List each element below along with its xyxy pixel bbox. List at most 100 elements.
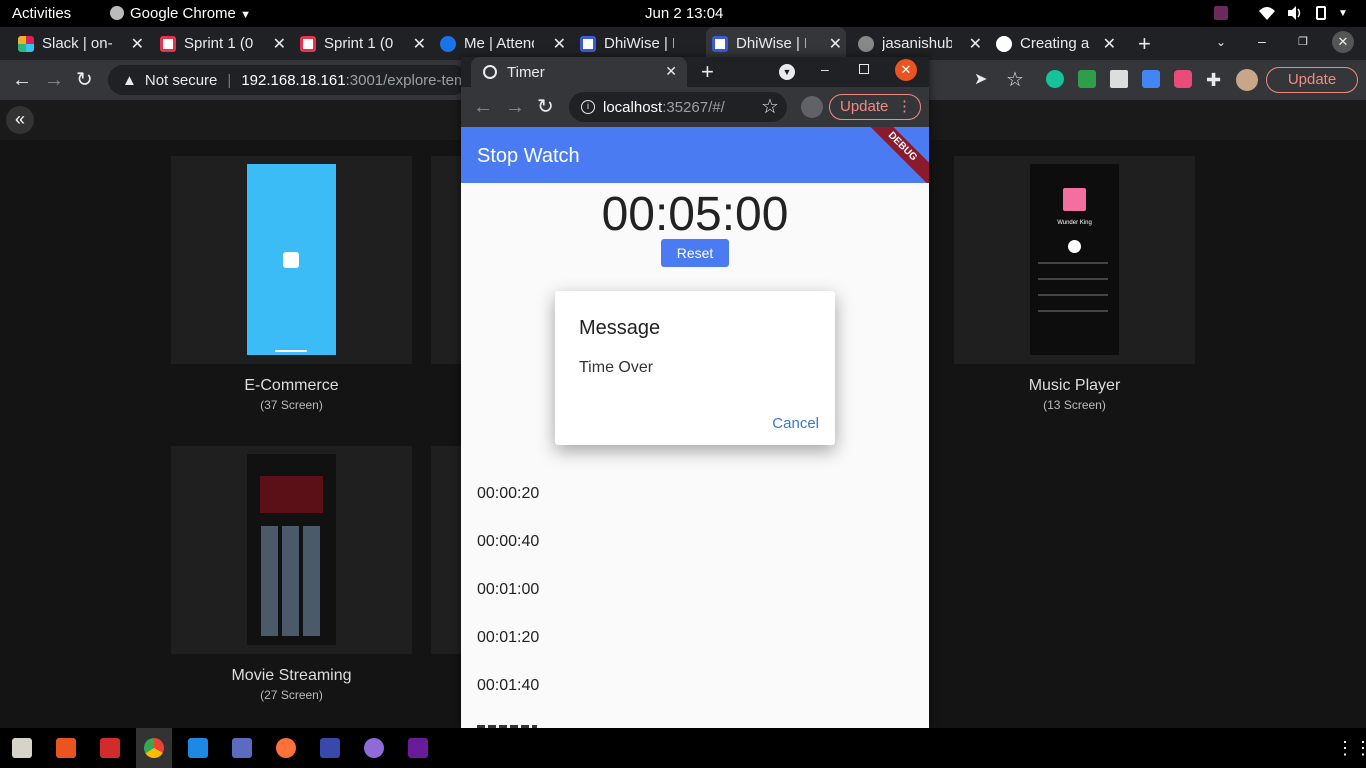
chrome-icon xyxy=(110,6,124,20)
update-button[interactable]: Update xyxy=(1266,67,1358,93)
update-button[interactable]: Update ⋮ xyxy=(829,94,921,120)
reload-icon[interactable]: ↻ xyxy=(537,96,554,118)
profile-avatar[interactable] xyxy=(1236,69,1258,91)
template-card-movie-streaming[interactable] xyxy=(171,446,412,654)
cancel-button[interactable]: Cancel xyxy=(772,415,819,432)
tab-label: Sprint 1 (01 xyxy=(184,35,254,52)
wifi-icon[interactable] xyxy=(1258,5,1276,25)
play-icon xyxy=(1068,240,1081,253)
chrome-icon[interactable] xyxy=(144,738,164,758)
tab-sprint-1-b[interactable]: Sprint 1 (01 ✕ xyxy=(294,27,430,60)
bookmark-star-icon[interactable]: ☆ xyxy=(1006,69,1024,91)
anydesk-icon[interactable] xyxy=(100,738,120,758)
tab-slack[interactable]: Slack | on-b ✕ xyxy=(12,27,148,60)
tab-search-chevron-icon[interactable]: ⌄ xyxy=(1216,35,1226,49)
new-tab-plus-icon[interactable]: + xyxy=(701,59,714,85)
extension-pink-icon[interactable] xyxy=(1174,70,1192,88)
app-title: Stop Watch xyxy=(477,145,580,167)
template-screen-count: (37 Screen) xyxy=(260,398,323,412)
indicator-icon[interactable] xyxy=(1214,6,1228,20)
system-menu-chevron-icon[interactable]: ▼ xyxy=(1338,8,1348,19)
profile-avatar[interactable] xyxy=(801,96,823,118)
extension-new-icon[interactable] xyxy=(1110,70,1128,88)
close-icon[interactable]: ✕ xyxy=(665,63,677,80)
track-line xyxy=(1038,262,1108,264)
activities-button[interactable]: Activities xyxy=(12,5,71,22)
template-screen-count: (13 Screen) xyxy=(1043,398,1106,412)
tab-dhiwise[interactable]: DhiWise | B xyxy=(574,27,704,60)
lap-item: 00:01:00 xyxy=(477,581,540,598)
files-icon[interactable] xyxy=(12,738,32,758)
template-screen-count: (27 Screen) xyxy=(260,688,323,702)
grammarly-icon[interactable] xyxy=(1046,70,1064,88)
lap-item-partial xyxy=(477,721,547,728)
song-title: Wunder King xyxy=(1057,220,1092,226)
close-icon[interactable]: ✕ xyxy=(553,34,566,54)
template-title: E-Commerce xyxy=(244,377,339,394)
tab-github-user[interactable]: jasanishub ✕ xyxy=(852,27,986,60)
dhiwise-icon xyxy=(580,35,596,52)
music-thumbnail: Wunder King xyxy=(1030,164,1119,355)
app-menu[interactable]: Google Chrome ▼ xyxy=(110,5,251,22)
tab-attendance[interactable]: Me | Attend ✕ xyxy=(434,27,570,60)
close-icon[interactable]: ✕ xyxy=(131,34,144,54)
template-card-music-player[interactable]: Wunder King xyxy=(954,156,1195,364)
extension-green-icon[interactable] xyxy=(1078,70,1096,88)
tab-label: jasanishub xyxy=(882,35,952,52)
address-bar[interactable]: ▲ Not secure | 192.168.18.161:3001/explo… xyxy=(108,65,468,95)
album-art xyxy=(1063,188,1086,211)
track-line xyxy=(1038,310,1108,312)
tab-sprint-1[interactable]: Sprint 1 (01 ✕ xyxy=(154,27,290,60)
window-close-icon[interactable]: ✕ xyxy=(895,59,917,81)
firefox-icon[interactable] xyxy=(276,738,296,758)
tab-search-icon[interactable]: ▼ xyxy=(779,64,795,80)
tab-label: Me | Attend xyxy=(464,35,534,52)
window-close-icon[interactable]: ✕ xyxy=(1332,31,1354,53)
timer-window: Timer ✕ + ▼ – ✕ ← → ↻ i localhost:35267/… xyxy=(461,57,929,728)
settings-tool-icon[interactable] xyxy=(320,738,340,758)
reset-button[interactable]: Reset xyxy=(661,239,729,267)
close-icon[interactable]: ✕ xyxy=(1103,34,1116,54)
tab-github-create[interactable]: Creating an ✕ xyxy=(990,27,1120,60)
clock[interactable]: Jun 2 13:04 xyxy=(645,5,723,22)
battery-icon[interactable] xyxy=(1316,6,1326,20)
popup-tab-timer[interactable]: Timer ✕ xyxy=(471,57,687,87)
forward-arrow-icon[interactable]: → xyxy=(44,69,64,91)
software-center-icon[interactable] xyxy=(56,738,76,758)
back-arrow-icon[interactable]: ← xyxy=(473,96,493,118)
collapse-sidebar-icon[interactable]: « xyxy=(6,106,34,134)
app-purple-icon[interactable] xyxy=(364,738,384,758)
update-label: Update xyxy=(840,98,889,115)
back-arrow-icon[interactable]: ← xyxy=(12,69,32,91)
chevron-down-icon: ▼ xyxy=(240,9,251,21)
keka-icon xyxy=(440,35,456,52)
close-icon[interactable]: ✕ xyxy=(273,34,286,54)
close-icon[interactable]: ✕ xyxy=(829,34,842,54)
forward-arrow-icon[interactable]: → xyxy=(505,96,525,118)
minimize-icon[interactable]: – xyxy=(821,61,829,77)
dialog-message: Time Over xyxy=(579,359,654,376)
template-card-ecommerce[interactable] xyxy=(171,156,412,364)
extensions-puzzle-icon[interactable]: ✚ xyxy=(1206,69,1221,91)
tab-dhiwise-active[interactable]: DhiWise | B ✕ xyxy=(706,27,846,60)
volume-icon[interactable] xyxy=(1286,5,1302,25)
close-icon[interactable]: ✕ xyxy=(413,34,426,54)
translate-icon[interactable] xyxy=(1142,70,1160,88)
url-host: 192.168.18.161 xyxy=(241,71,346,89)
maximize-icon[interactable] xyxy=(859,64,869,74)
minimize-icon[interactable]: – xyxy=(1258,33,1266,49)
send-icon[interactable]: ➤ xyxy=(974,69,987,91)
vscode-icon[interactable] xyxy=(188,738,208,758)
bookmark-star-icon[interactable]: ☆ xyxy=(761,96,779,118)
url-path: :3001/explore-templa xyxy=(345,71,468,89)
close-icon[interactable]: ✕ xyxy=(969,34,982,54)
popup-address-bar[interactable]: i localhost:35267/#/ xyxy=(569,92,787,122)
show-apps-grid-icon[interactable]: ⋮⋮ xyxy=(1336,738,1366,759)
reload-icon[interactable]: ↻ xyxy=(76,69,93,91)
tab-label: DhiWise | B xyxy=(736,35,806,52)
maximize-icon[interactable]: ❐ xyxy=(1298,35,1308,48)
stopwatch-display: 00:05:00 xyxy=(601,188,789,241)
screenshot-icon[interactable] xyxy=(232,738,252,758)
intellij-icon[interactable] xyxy=(408,738,428,758)
new-tab-plus-icon[interactable]: + xyxy=(1138,31,1151,57)
